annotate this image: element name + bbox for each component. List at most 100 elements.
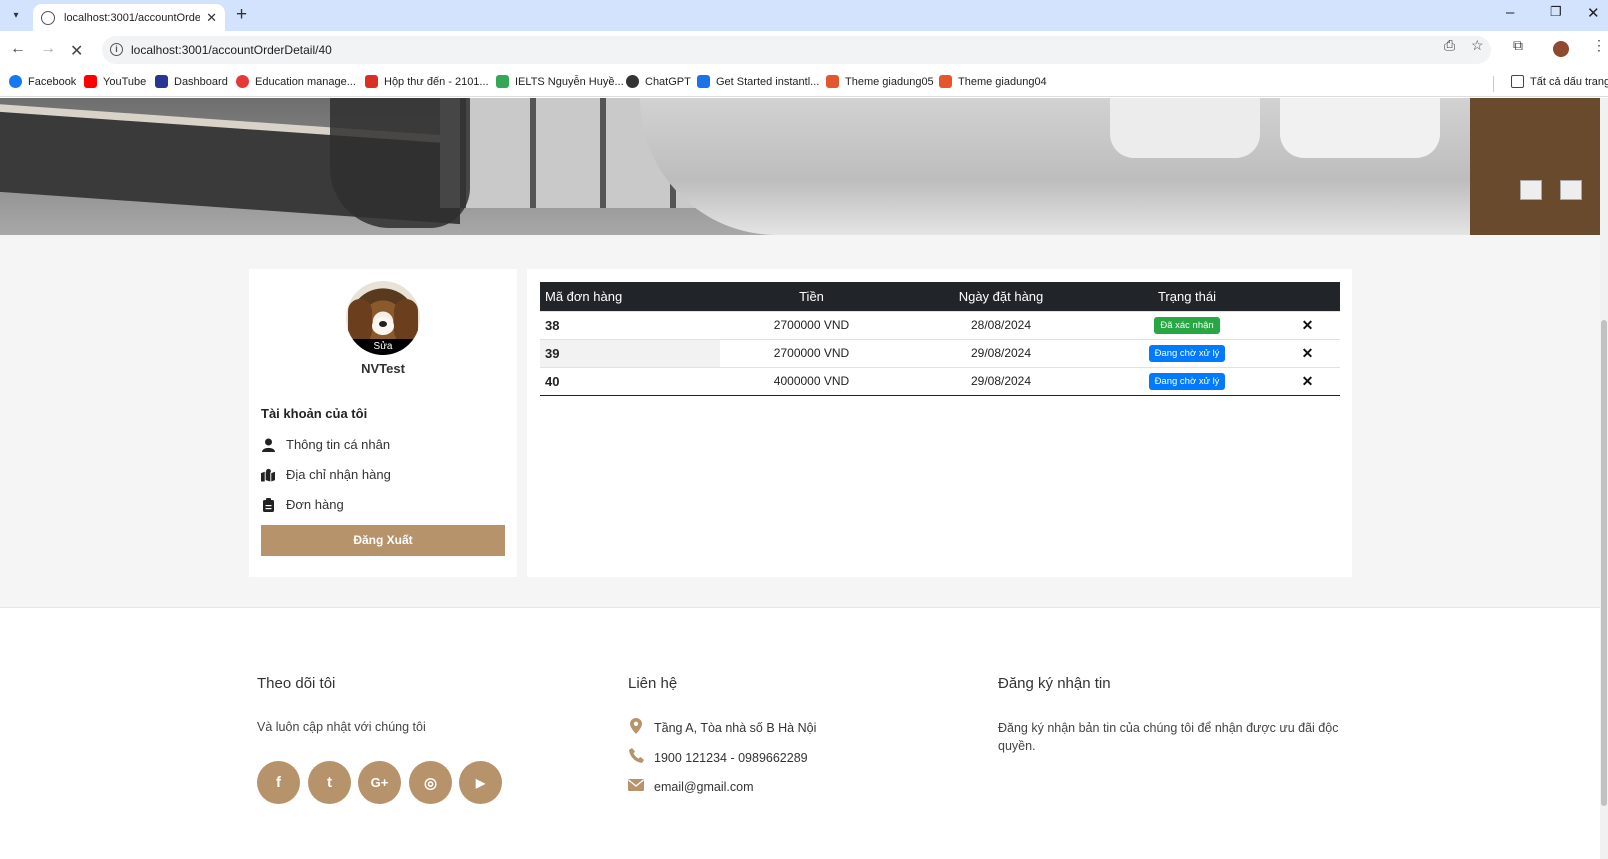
order-date: 28/08/2024 (903, 310, 1099, 339)
tab-close-icon[interactable]: ✕ (206, 10, 217, 26)
contact-email: email@gmail.com (628, 778, 754, 795)
bookmark-star-icon[interactable]: ☆ (1471, 37, 1484, 54)
orders-panel: Mã đơn hàng Tiền Ngày đặt hàng Trạng thá… (527, 269, 1352, 577)
header-date: Ngày đặt hàng (903, 282, 1099, 311)
bookmark-label: IELTS Nguyễn Huyề... (515, 75, 624, 88)
menu-item-label: Thông tin cá nhân (286, 437, 391, 452)
bookmark-theme05[interactable]: Theme giadung05 (826, 75, 934, 88)
table-row[interactable]: 38 2700000 VND 28/08/2024 Đã xác nhận ✕ (540, 310, 1340, 339)
order-id[interactable]: 39 (540, 338, 720, 367)
order-date: 29/08/2024 (903, 338, 1099, 367)
minimize-icon[interactable]: – (1506, 4, 1514, 21)
all-bookmarks[interactable]: Tất cả dấu trang (1511, 75, 1608, 88)
order-action-cell: ✕ (1275, 338, 1340, 367)
bookmark-gmail[interactable]: Hộp thư đến - 2101... (365, 75, 489, 88)
bookmark-chatgpt[interactable]: ChatGPT (626, 75, 691, 88)
install-app-icon[interactable]: ⎙ (1444, 37, 1455, 54)
browser-tab[interactable]: localhost:3001/accountOrderDe ✕ (33, 4, 225, 31)
footer-contact-title: Liên hệ (628, 675, 678, 692)
order-status-cell: Đang chờ xử lý (1099, 338, 1275, 367)
orders-table: Mã đơn hàng Tiền Ngày đặt hàng Trạng thá… (540, 282, 1340, 396)
header-status: Trạng thái (1099, 282, 1275, 311)
flag-icon (697, 75, 710, 88)
order-date: 29/08/2024 (903, 366, 1099, 396)
education-icon (236, 75, 249, 88)
url-box[interactable]: i localhost:3001/accountOrderDetail/40 (102, 36, 1491, 64)
delete-order-icon[interactable]: ✕ (1302, 373, 1314, 389)
restore-icon[interactable]: ❐ (1550, 4, 1562, 20)
facebook-icon[interactable]: f (257, 761, 300, 804)
bookmark-education[interactable]: Education manage... (236, 75, 356, 88)
youtube-icon[interactable]: ▶ (459, 761, 502, 804)
contact-email-text[interactable]: email@gmail.com (654, 780, 754, 794)
avatar-edit-label[interactable]: Sửa (346, 339, 420, 355)
gmail-icon (365, 75, 378, 88)
user-icon (261, 438, 275, 452)
header-actions (1275, 282, 1340, 311)
bookmark-facebook[interactable]: Facebook (9, 75, 76, 88)
order-id[interactable]: 40 (540, 366, 720, 396)
status-badge: Đang chờ xử lý (1148, 344, 1226, 362)
address-bar-row: ← → ✕ i localhost:3001/accountOrderDetai… (0, 31, 1608, 69)
bookmark-get-started[interactable]: Get Started instantl... (697, 75, 819, 88)
order-action-cell: ✕ (1275, 366, 1340, 396)
browser-menu-icon[interactable]: ⋮ (1592, 37, 1606, 54)
footer-newsletter-title: Đăng ký nhận tin (998, 675, 1111, 692)
username: NVTest (361, 361, 405, 376)
bookmark-dashboard[interactable]: Dashboard (155, 75, 228, 88)
bookmark-youtube[interactable]: YouTube (84, 75, 146, 88)
tab-search-icon[interactable]: ▾ (5, 5, 27, 25)
contact-address-text: Tầng A, Tòa nhà số B Hà Nội (654, 721, 817, 735)
profile-avatar[interactable] (1553, 41, 1569, 57)
status-badge: Đã xác nhận (1154, 316, 1220, 334)
bookmark-label: Get Started instantl... (716, 75, 820, 88)
bookmark-label: YouTube (103, 75, 147, 88)
scrollbar-thumb[interactable] (1601, 320, 1607, 806)
menu-item-profile[interactable]: Thông tin cá nhân (261, 437, 390, 452)
order-amount: 2700000 VND (720, 310, 903, 339)
footer-follow-title: Theo dõi tôi (257, 675, 336, 692)
twitter-icon[interactable]: t (308, 761, 351, 804)
page-scrollbar[interactable] (1600, 98, 1608, 859)
contact-address: Tầng A, Tòa nhà số B Hà Nội (628, 718, 816, 738)
bookmark-label: Theme giadung04 (958, 75, 1047, 88)
logout-button[interactable]: Đăng Xuất (261, 525, 505, 556)
table-row[interactable]: 39 2700000 VND 29/08/2024 Đang chờ xử lý… (540, 338, 1340, 367)
header-order-id: Mã đơn hàng (540, 282, 720, 311)
instagram-icon[interactable]: ◎ (409, 761, 452, 804)
map-marker-icon (628, 718, 644, 738)
bookmark-label: Theme giadung05 (845, 75, 934, 88)
menu-item-address[interactable]: Địa chỉ nhận hàng (261, 467, 391, 482)
bookmark-theme04[interactable]: Theme giadung04 (939, 75, 1047, 88)
contact-phone-text: 1900 121234 - 0989662289 (654, 750, 808, 765)
bookmark-ielts[interactable]: IELTS Nguyễn Huyề... (496, 75, 624, 88)
forward-icon[interactable]: → (40, 40, 56, 58)
table-row[interactable]: 40 4000000 VND 29/08/2024 Đang chờ xử lý… (540, 366, 1340, 396)
url-text[interactable]: localhost:3001/accountOrderDetail/40 (131, 43, 332, 57)
status-badge: Đang chờ xử lý (1148, 372, 1226, 390)
menu-item-label: Đơn hàng (286, 497, 344, 512)
map-icon (261, 468, 275, 482)
browser-tab-strip: ▾ localhost:3001/accountOrderDe ✕ + – ❐ … (0, 0, 1608, 31)
account-sidebar: Sửa NVTest Tài khoản của tôi Thông tin c… (249, 269, 517, 577)
delete-order-icon[interactable]: ✕ (1302, 317, 1314, 333)
new-tab-icon[interactable]: + (236, 4, 247, 26)
order-id[interactable]: 38 (540, 310, 720, 339)
delete-order-icon[interactable]: ✕ (1302, 345, 1314, 361)
order-amount: 2700000 VND (720, 338, 903, 367)
site-info-icon[interactable]: i (110, 43, 123, 56)
avatar[interactable]: Sửa (346, 281, 420, 355)
stop-icon[interactable]: ✕ (70, 41, 83, 61)
extensions-icon[interactable]: ⧉ (1513, 37, 1523, 54)
header-amount: Tiền (720, 282, 903, 311)
google-plus-icon[interactable]: G+ (358, 761, 401, 804)
menu-item-orders[interactable]: Đơn hàng (261, 497, 344, 512)
back-icon[interactable]: ← (10, 40, 26, 58)
order-amount: 4000000 VND (720, 366, 903, 396)
window-close-icon[interactable]: ✕ (1587, 4, 1600, 22)
order-action-cell: ✕ (1275, 310, 1340, 339)
dashboard-icon (155, 75, 168, 88)
account-section-title: Tài khoản của tôi (261, 406, 368, 421)
bookmark-label: Hộp thư đến - 2101... (384, 75, 489, 88)
footer-newsletter-text: Đăng ký nhận bản tin của chúng tôi để nh… (998, 721, 1339, 753)
